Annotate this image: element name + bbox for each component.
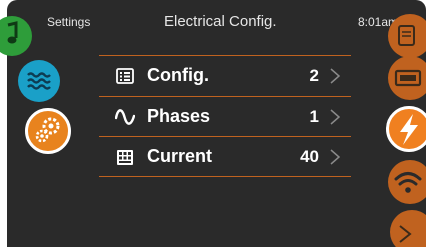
chevron-right-icon bbox=[330, 149, 341, 165]
menu-item-config[interactable]: Config. 2 bbox=[99, 56, 351, 96]
nav-settings[interactable] bbox=[25, 108, 71, 154]
menu-item-value: 40 bbox=[300, 147, 319, 166]
chevron-right-icon bbox=[330, 109, 341, 125]
lightning-icon bbox=[400, 114, 418, 145]
device-screen: Settings Electrical Config. 8:01am Confi… bbox=[0, 0, 430, 247]
sine-wave-icon bbox=[115, 109, 135, 125]
menu-item-label: Current bbox=[147, 146, 213, 166]
config-list-icon bbox=[116, 68, 134, 84]
nav-electrical[interactable] bbox=[386, 106, 426, 152]
menu-item-label: Config. bbox=[147, 65, 209, 85]
menu-item-label: Phases bbox=[147, 106, 211, 126]
water-waves-icon bbox=[27, 72, 51, 90]
nav-documents[interactable] bbox=[388, 14, 426, 58]
back-to-settings-label[interactable]: Settings bbox=[47, 15, 90, 29]
music-note-icon bbox=[7, 21, 18, 44]
page-title: Electrical Config. bbox=[164, 13, 277, 30]
menu-item-current[interactable]: Current 40 bbox=[99, 137, 351, 177]
nav-wifi[interactable] bbox=[388, 160, 426, 204]
current-meter-icon bbox=[117, 150, 133, 165]
menu-item-phases[interactable]: Phases 1 bbox=[99, 97, 351, 137]
nav-more[interactable] bbox=[390, 210, 426, 247]
partial-icon bbox=[399, 225, 412, 243]
nav-device[interactable] bbox=[388, 56, 426, 100]
document-icon bbox=[398, 25, 415, 46]
nav-music[interactable] bbox=[0, 16, 32, 56]
wifi-icon bbox=[394, 172, 422, 193]
menu-item-value: 1 bbox=[309, 107, 319, 126]
chevron-right-icon bbox=[330, 68, 341, 84]
menu-item-value: 2 bbox=[309, 66, 319, 85]
device-icon bbox=[394, 69, 422, 87]
gears-icon bbox=[35, 117, 60, 143]
nav-water[interactable] bbox=[18, 60, 60, 102]
